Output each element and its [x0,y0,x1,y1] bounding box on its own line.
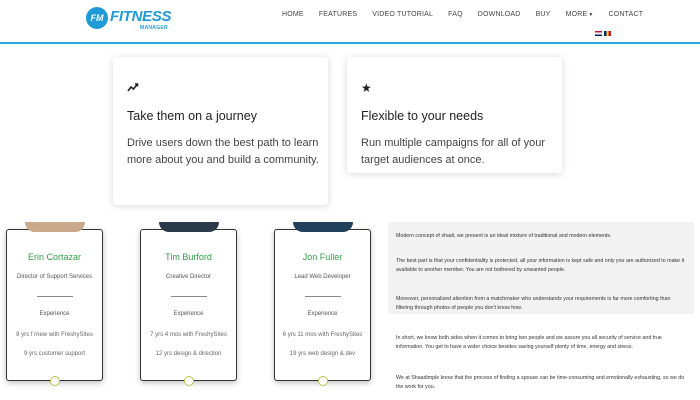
article-paragraph: We at Shaadimple know that the process o… [396,375,685,390]
nav-more[interactable]: MORE▼ [566,11,594,23]
feature-text: Drive users down the best path to learn … [127,137,319,166]
experience-line: 12 yrs design & direction [155,351,222,357]
expand-dot-icon[interactable] [184,376,194,386]
team-name: Tim Burford [165,252,212,262]
nav-video-tutorial[interactable]: VIDEO TUTORIAL [372,11,433,23]
expand-dot-icon[interactable] [318,376,328,386]
site-header: FM FITNESS MANAGER HOME FEATURES VIDEO T… [0,0,700,44]
team-role: Lead Web Developer [294,274,351,280]
nav-contact[interactable]: CONTACT [609,11,644,23]
nav-download[interactable]: DOWNLOAD [478,11,521,23]
fitness-manager-logo[interactable]: FM FITNESS MANAGER [86,7,172,31]
feature-title: Take them on a journey [127,109,257,123]
team-photo [293,222,353,232]
article-paragraph: Modern concept of shadi, we present is a… [396,233,612,239]
logo-brand: FITNESS [110,8,172,25]
caret-down-icon: ▼ [588,12,594,18]
english-flag-icon[interactable] [595,31,602,36]
feature-text: Run multiple campaigns for all of your t… [361,137,546,166]
nav-faq[interactable]: FAQ [448,11,463,23]
team-divider [171,296,207,297]
team-name: Erin Cortazar [27,252,81,262]
nav-features[interactable]: FEATURES [319,11,357,23]
team-name: Jon Fuller [302,252,343,262]
team-divider [37,296,73,297]
nav-more-label: MORE [565,11,588,18]
team-role: Creative Director [165,274,211,280]
experience-label: Experience [307,311,338,317]
team-card: Jon Fuller Lead Web Developer Experience… [274,222,371,386]
team-card: Tim Burford Creative Director Experience… [140,222,237,386]
nav-home[interactable]: HOME [282,11,304,23]
team-photo [159,222,219,232]
team-divider [305,296,341,297]
star-icon: ★ [361,81,372,95]
feature-card-journey: Take them on a journey Drive users down … [113,57,328,205]
experience-line: 19 yrs web design & dev [289,351,356,357]
article-paragraph: In short, we know both sides when it com… [396,335,662,350]
logo-badge: FM [86,7,108,29]
experience-line: 9 yrs customer support [23,351,86,357]
experience-line: 6 yrs 11 mos with FreshySites [282,332,363,338]
experience-line: 8 yrs f rnew with FreshySites [16,332,93,338]
nav-buy[interactable]: BUY [536,11,551,23]
language-switcher [595,31,613,36]
article-paragraph: The best part is that your confidentiali… [396,258,685,273]
team-card: Erin Cortazar Director of Support Servic… [6,222,103,386]
team-photo [25,222,85,232]
article-paragraph: Moreover, personalized attention from a … [396,296,671,311]
logo-subtitle: MANAGER [140,25,168,31]
team-role: Director of Support Services [16,274,93,280]
feature-card-flexible: ★ Flexible to your needs Run multiple ca… [347,57,562,173]
experience-label: Experience [173,311,204,317]
expand-dot-icon[interactable] [50,376,60,386]
experience-line: 7 yrs 4 mos with FreshySites [150,332,227,338]
main-nav: HOME FEATURES VIDEO TUTORIAL FAQ DOWNLOA… [282,11,658,23]
feature-title: Flexible to your needs [361,109,484,123]
romanian-flag-icon[interactable] [604,31,611,36]
trending-up-icon [127,81,139,96]
experience-label: Experience [39,311,70,317]
